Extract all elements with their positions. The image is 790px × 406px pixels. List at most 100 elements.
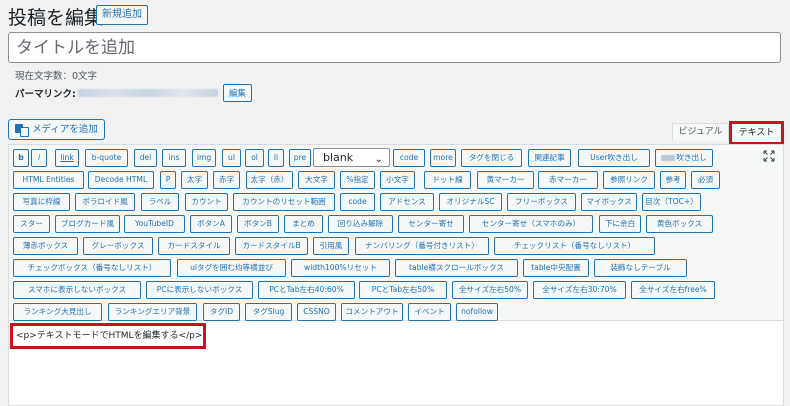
quicktag-button[interactable]: ins bbox=[162, 149, 186, 167]
chevron-down-icon: ⌄ bbox=[374, 154, 383, 165]
add-new-button[interactable]: 新規追加 bbox=[96, 5, 148, 25]
quicktag-button[interactable]: 黄マーカー bbox=[477, 171, 534, 189]
quicktag-button[interactable]: P bbox=[160, 171, 176, 189]
quicktag-button[interactable]: code bbox=[340, 193, 375, 211]
tab-visual[interactable]: ビジュアル bbox=[672, 123, 729, 141]
quicktag-button[interactable]: more bbox=[430, 149, 456, 167]
quicktag-button[interactable]: ul bbox=[222, 149, 241, 167]
quicktag-button[interactable]: コメントアウト bbox=[341, 303, 403, 321]
quicktag-button[interactable]: link bbox=[55, 149, 79, 167]
quicktag-button[interactable]: ナンバリング（番号付きリスト） bbox=[355, 237, 489, 255]
fullscreen-icon[interactable] bbox=[763, 150, 775, 162]
quicktag-button[interactable]: 参考 bbox=[660, 171, 686, 189]
quicktag-button[interactable]: まとめ bbox=[284, 215, 323, 233]
quicktag-button[interactable]: Decode HTML bbox=[88, 171, 154, 189]
quicktag-button[interactable]: 吹き出し bbox=[655, 149, 713, 167]
quicktag-button[interactable]: ポラロイド風 bbox=[75, 193, 135, 211]
quicktag-button[interactable]: b-quote bbox=[85, 149, 128, 167]
quicktag-button[interactable]: HTML Entities bbox=[13, 171, 84, 189]
quicktag-button[interactable]: 下に余白 bbox=[599, 215, 641, 233]
quicktag-button[interactable]: table横スクロールボックス bbox=[395, 259, 518, 277]
quicktag-button[interactable]: タグSlug bbox=[245, 303, 292, 321]
quicktag-button[interactable]: アドセンス bbox=[380, 193, 434, 211]
quicktag-button[interactable]: del bbox=[134, 149, 157, 167]
quicktag-button[interactable]: PCとTab左右50% bbox=[359, 281, 447, 299]
quicktag-button[interactable]: 必須 bbox=[691, 171, 720, 189]
quicktag-button[interactable]: タグを閉じる bbox=[461, 149, 522, 167]
quicktag-button[interactable]: %指定 bbox=[340, 171, 375, 189]
quicktag-button[interactable]: チェックボックス（番号なしリスト） bbox=[13, 259, 171, 277]
quicktags-toolbar: blank ⌄ b i link b-quote del ins img ul ol li pre c… bbox=[9, 145, 783, 321]
quicktag-button[interactable]: 全サイズ左右30:70% bbox=[533, 281, 626, 299]
quicktag-button[interactable]: チェックリスト（番号なしリスト） bbox=[494, 237, 655, 255]
quicktag-button[interactable]: グレーボックス bbox=[83, 237, 153, 255]
quicktag-button[interactable]: ボタンB bbox=[237, 215, 279, 233]
quicktag-button[interactable]: YouTubeID bbox=[124, 215, 185, 233]
quicktag-button[interactable]: イベント bbox=[408, 303, 451, 321]
quicktag-button[interactable]: PCとTab左右40:60% bbox=[258, 281, 355, 299]
media-icon bbox=[15, 124, 29, 137]
editor: blank ⌄ b i link b-quote del ins img ul ol li pre c… bbox=[8, 144, 784, 406]
quicktag-button[interactable]: カウント bbox=[185, 193, 228, 211]
quicktag-button[interactable]: スマホに表示しないボックス bbox=[13, 281, 141, 299]
title-input[interactable] bbox=[8, 32, 781, 63]
quicktag-button[interactable]: code bbox=[393, 149, 425, 167]
quicktag-button[interactable]: User吹き出し bbox=[578, 149, 650, 167]
quicktag-button[interactable]: 黄色ボックス bbox=[646, 215, 713, 233]
quicktag-button[interactable]: i bbox=[31, 149, 47, 167]
quicktag-button[interactable]: 小文字 bbox=[380, 171, 415, 189]
permalink-edit-button[interactable]: 編集 bbox=[223, 84, 253, 102]
permalink-url[interactable] bbox=[78, 89, 218, 97]
quicktag-button[interactable]: 関連記事 bbox=[528, 149, 571, 167]
quicktag-button[interactable]: 参照リンク bbox=[603, 171, 655, 189]
quicktag-button[interactable]: ボタンA bbox=[190, 215, 232, 233]
quicktag-button[interactable]: 装飾なしテーブル bbox=[594, 259, 687, 277]
quicktag-button[interactable]: オリジナルSC bbox=[439, 193, 502, 211]
quicktag-button[interactable]: ol bbox=[245, 149, 264, 167]
quicktag-button[interactable]: カードスタイル bbox=[158, 237, 230, 255]
quicktag-button[interactable]: 引用風 bbox=[313, 237, 349, 255]
quicktag-button[interactable]: b bbox=[13, 149, 29, 167]
quicktag-button[interactable]: 大文字 bbox=[298, 171, 335, 189]
quicktag-button[interactable]: 写真に枠線 bbox=[13, 193, 70, 211]
quicktag-select[interactable]: blank ⌄ bbox=[313, 148, 390, 167]
quicktag-button[interactable]: ランキングエリア背景 bbox=[108, 303, 197, 321]
quicktag-button[interactable]: ラベル bbox=[141, 193, 179, 211]
quicktag-button[interactable]: センター寄せ bbox=[398, 215, 464, 233]
quicktag-button[interactable]: ランキング大見出し bbox=[13, 303, 102, 321]
quicktag-button[interactable]: カードスタイルB bbox=[235, 237, 308, 255]
tab-text[interactable]: テキスト bbox=[729, 121, 784, 145]
quicktag-button[interactable]: カウントのリセット範囲 bbox=[233, 193, 335, 211]
quicktag-button[interactable]: PCに表示しないボックス bbox=[146, 281, 253, 299]
quicktag-button[interactable]: nofollow bbox=[456, 303, 498, 321]
quicktag-button[interactable]: 太字（赤） bbox=[246, 171, 293, 189]
quicktag-button[interactable]: 赤マーカー bbox=[538, 171, 598, 189]
quicktag-button[interactable]: ブログカード風 bbox=[55, 215, 120, 233]
quicktag-button[interactable]: pre bbox=[289, 149, 311, 167]
quicktag-button[interactable]: 目次（TOC+） bbox=[642, 193, 701, 211]
page-title: 投稿を編集 bbox=[8, 7, 104, 29]
quicktag-button[interactable]: CSSNO bbox=[297, 303, 336, 321]
quicktag-button[interactable]: 太字 bbox=[181, 171, 208, 189]
quicktag-button[interactable]: マイボックス bbox=[581, 193, 637, 211]
quicktag-button[interactable]: ulタグを囲む均等横並び bbox=[177, 259, 286, 277]
quicktag-button[interactable]: li bbox=[268, 149, 284, 167]
quicktag-button[interactable]: width100%リセット bbox=[291, 259, 390, 277]
char-count: 現在文字数：0文字 bbox=[15, 71, 98, 82]
quicktag-button[interactable]: 赤字 bbox=[213, 171, 240, 189]
quicktag-button[interactable]: 薄赤ボックス bbox=[13, 237, 78, 255]
quicktag-button[interactable]: 全サイズ左右free% bbox=[631, 281, 715, 299]
quicktag-button[interactable]: タグID bbox=[203, 303, 240, 321]
add-media-label: メディアを追加 bbox=[32, 124, 98, 135]
quicktag-button[interactable]: ドット線 bbox=[424, 171, 471, 189]
add-media-button[interactable]: メディアを追加 bbox=[8, 119, 105, 140]
quicktag-select-value: blank bbox=[323, 151, 354, 164]
quicktag-button[interactable]: img bbox=[192, 149, 216, 167]
quicktag-button[interactable]: table中央配置 bbox=[523, 259, 589, 277]
editor-content[interactable]: <p>テキストモードでHTMLを編集する</p> bbox=[10, 323, 206, 349]
quicktag-button[interactable]: 回り込み解除 bbox=[328, 215, 393, 233]
quicktag-button[interactable]: スター bbox=[13, 215, 50, 233]
quicktag-button[interactable]: センター寄せ（スマホのみ） bbox=[469, 215, 593, 233]
quicktag-button[interactable]: フリーボックス bbox=[507, 193, 576, 211]
quicktag-button[interactable]: 全サイズ左右50% bbox=[452, 281, 528, 299]
